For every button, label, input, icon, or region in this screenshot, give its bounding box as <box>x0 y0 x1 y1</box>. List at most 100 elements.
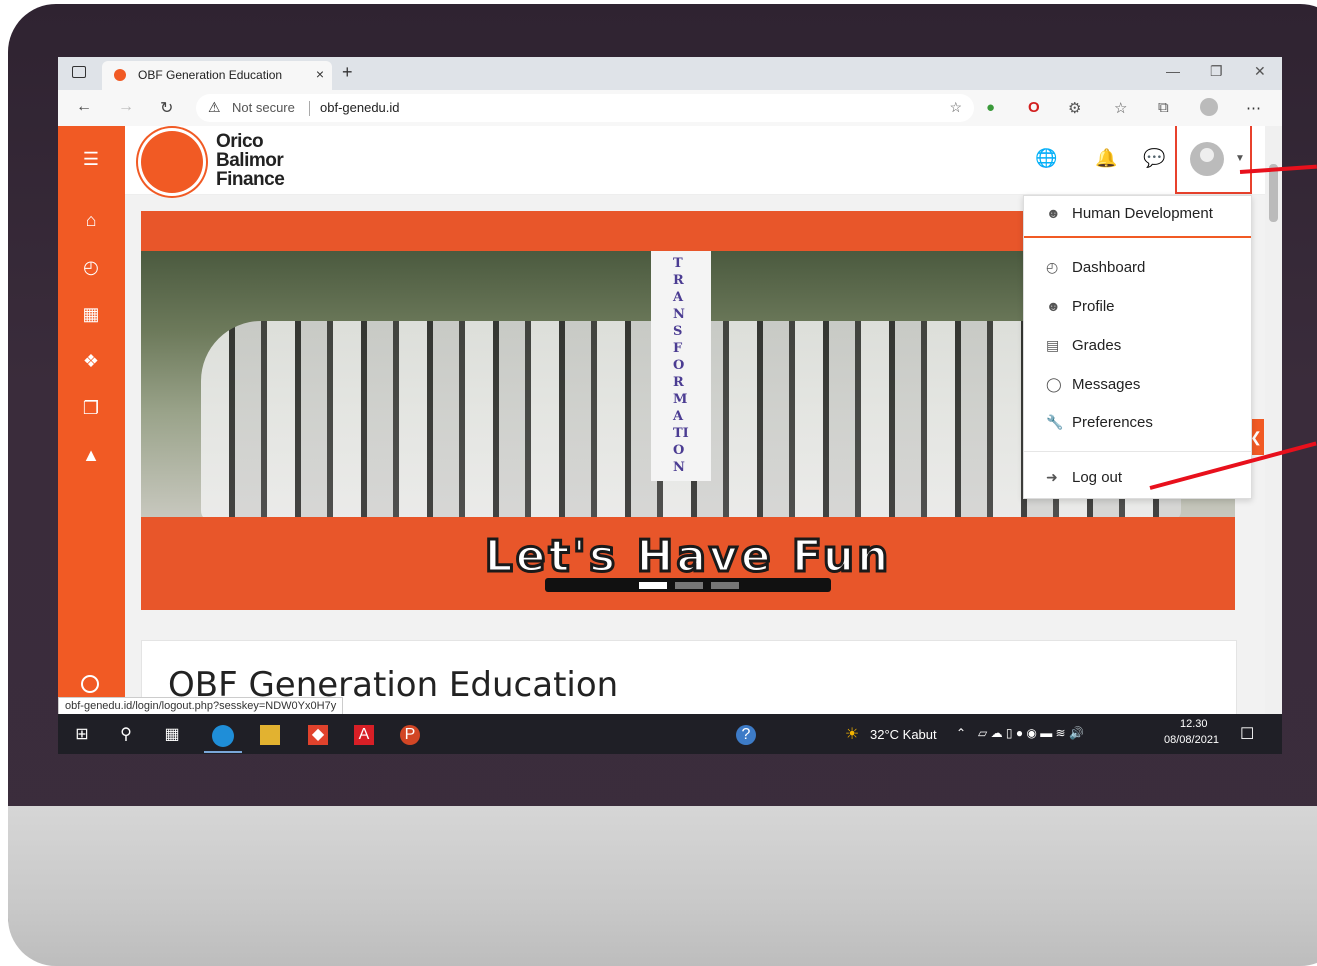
messages-icon[interactable]: 💬 <box>1143 148 1165 169</box>
grades-icon: ▤ <box>1046 337 1060 353</box>
collections-icon[interactable]: ⧉ <box>1158 99 1169 116</box>
opera-icon[interactable]: O <box>1028 99 1040 116</box>
logo-line-3: Finance <box>216 169 285 190</box>
user-icon: ☻ <box>1046 298 1061 314</box>
dropdown-divider <box>1024 451 1251 452</box>
dropdown-item-messages[interactable]: ◯ Messages <box>1046 376 1140 398</box>
screen: OBF Generation Education × + — ❐ ✕ ← → ↻… <box>58 57 1282 754</box>
logo-icon[interactable] <box>141 131 203 193</box>
search-icon[interactable]: ⚲ <box>116 725 136 745</box>
browser-tab[interactable]: OBF Generation Education × <box>102 61 332 90</box>
page-scrollbar[interactable] <box>1265 126 1282 714</box>
dropdown-header[interactable]: ☻ Human Development <box>1024 196 1251 238</box>
user-menu-toggle[interactable]: ▼ <box>1175 126 1252 194</box>
refresh-icon[interactable]: ↻ <box>160 98 173 118</box>
favorite-add-icon[interactable]: ☆ <box>949 99 962 116</box>
carousel-indicators <box>545 578 831 592</box>
more-options-icon[interactable]: ⋯ <box>1246 99 1261 117</box>
calendar-icon[interactable]: ▦ <box>80 303 102 325</box>
language-globe-icon[interactable]: 🌐 <box>1035 148 1057 169</box>
minimize-icon[interactable]: — <box>1166 63 1180 79</box>
pdf-reader-icon[interactable]: A <box>354 725 374 745</box>
banner-headline: Let's Have Fun <box>483 530 892 584</box>
chevron-down-icon: ▼ <box>1235 153 1245 164</box>
username-label: Human Development <box>1072 205 1213 222</box>
logout-button[interactable]: ➜ Log out <box>1046 469 1122 491</box>
files-icon[interactable]: ❐ <box>80 397 102 419</box>
tray-icons[interactable]: ▱ ☁ ▯ ● ◉ ▬ ≋ 🔊 <box>978 726 1084 740</box>
layers-icon[interactable]: ❖ <box>80 350 102 372</box>
logo-text[interactable]: Orico Balimor Finance <box>216 131 285 190</box>
banner-flag: TRANSFORMATION <box>651 251 711 481</box>
extension-globe-icon[interactable]: ● <box>986 99 995 116</box>
notification-center-icon[interactable]: ☐ <box>1240 724 1254 744</box>
dropdown-item-label: Grades <box>1072 337 1122 354</box>
tab-close-button[interactable]: × <box>316 66 324 82</box>
web-page: ☰ ⌂ ◴ ▦ ❖ ❐ ▲ Orico Balimor Finance 🌐 🔔 … <box>58 126 1282 714</box>
dropdown-username: ☻ Human Development <box>1046 205 1213 227</box>
close-window-icon[interactable]: ✕ <box>1254 63 1266 80</box>
dropdown-item-grades[interactable]: ▤ Grades <box>1046 337 1121 359</box>
dashboard-icon: ◴ <box>1046 259 1059 275</box>
dropdown-item-dashboard[interactable]: ◴ Dashboard <box>1046 259 1145 281</box>
edge-icon[interactable] <box>212 725 234 747</box>
wrench-icon: 🔧 <box>1046 414 1064 430</box>
logout-icon: ➜ <box>1046 469 1058 485</box>
carousel-dot[interactable] <box>711 582 739 589</box>
hamburger-menu-icon[interactable]: ☰ <box>80 148 102 170</box>
back-icon[interactable]: ← <box>76 98 92 116</box>
profile-icon[interactable] <box>1200 98 1218 116</box>
avatar <box>1190 142 1224 176</box>
graduation-cap-icon[interactable]: ▲ <box>80 444 102 466</box>
tab-bar: OBF Generation Education × + — ❐ ✕ <box>58 57 1282 90</box>
user-dropdown-menu: ☻ Human Development ◴ Dashboard ☻ Profile ▤… <box>1023 195 1252 499</box>
new-tab-button[interactable]: + <box>342 62 353 83</box>
help-icon[interactable]: ? <box>736 725 756 745</box>
scroll-thumb[interactable] <box>1269 164 1278 222</box>
banner-flag-text: TRANSFORMATION <box>673 256 689 475</box>
dropdown-item-preferences[interactable]: 🔧 Preferences <box>1046 414 1153 436</box>
carousel-dot-active[interactable] <box>639 582 667 589</box>
extensions-icon[interactable]: ⚙ <box>1068 99 1081 117</box>
windows-start-icon[interactable]: ⊞ <box>72 725 92 745</box>
url-separator <box>309 101 310 116</box>
carousel-dot[interactable] <box>675 582 703 589</box>
logout-label: Log out <box>1072 469 1123 486</box>
sidebar: ☰ ⌂ ◴ ▦ ❖ ❐ ▲ <box>58 126 125 714</box>
url-field[interactable]: ⚠ Not secure obf-genedu.id ☆ <box>196 94 974 122</box>
powerpoint-icon[interactable]: P <box>400 725 420 745</box>
weather-text[interactable]: 32°C Kabut <box>870 727 937 742</box>
url-text[interactable]: obf-genedu.id <box>320 100 400 115</box>
tab-actions-icon[interactable] <box>72 66 86 78</box>
favorites-icon[interactable]: ☆ <box>1114 99 1127 117</box>
monitor-stand-base <box>8 806 1317 966</box>
tray-chevron-icon[interactable]: ⌃ <box>956 726 966 740</box>
dashboard-icon[interactable]: ◴ <box>80 256 102 278</box>
restore-icon[interactable]: ❐ <box>1210 63 1223 80</box>
accessibility-icon[interactable] <box>81 675 99 693</box>
notification-bell-icon[interactable]: 🔔 <box>1095 148 1117 169</box>
weather-icon[interactable]: ☀ <box>842 725 862 745</box>
active-app-indicator <box>204 751 242 753</box>
site-header: Orico Balimor Finance 🌐 🔔 💬 ▼ <box>125 126 1265 195</box>
dropdown-item-label: Messages <box>1072 376 1141 393</box>
file-explorer-icon[interactable] <box>260 725 280 745</box>
warning-icon: ⚠ <box>208 99 221 115</box>
dropdown-item-label: Dashboard <box>1072 259 1146 276</box>
forward-icon[interactable]: → <box>118 98 134 116</box>
address-bar-row: ← → ↻ ⚠ Not secure obf-genedu.id ☆ ● O ⚙… <box>58 90 1282 127</box>
task-view-icon[interactable]: ▦ <box>162 725 182 745</box>
not-secure-label[interactable]: Not secure <box>232 100 295 115</box>
message-icon: ◯ <box>1046 376 1062 392</box>
home-icon[interactable]: ⌂ <box>80 209 102 231</box>
clock-time[interactable]: 12.30 <box>1180 718 1208 730</box>
dropdown-item-label: Profile <box>1072 298 1115 315</box>
logo-line-1: Orico <box>216 131 264 152</box>
windows-taskbar: ⊞ ⚲ ▦ ◆ A P ? ☀ 32°C Kabut ⌃ ▱ ☁ ▯ ● ◉ ▬… <box>58 714 1282 754</box>
status-bar-url: obf-genedu.id/login/logout.php?sesskey=N… <box>58 697 344 714</box>
tab-title: OBF Generation Education <box>138 68 283 82</box>
dropdown-item-profile[interactable]: ☻ Profile <box>1046 298 1115 320</box>
clock-date[interactable]: 08/08/2021 <box>1164 734 1219 746</box>
user-icon: ☻ <box>1046 205 1061 221</box>
anydesk-icon[interactable]: ◆ <box>308 725 328 745</box>
